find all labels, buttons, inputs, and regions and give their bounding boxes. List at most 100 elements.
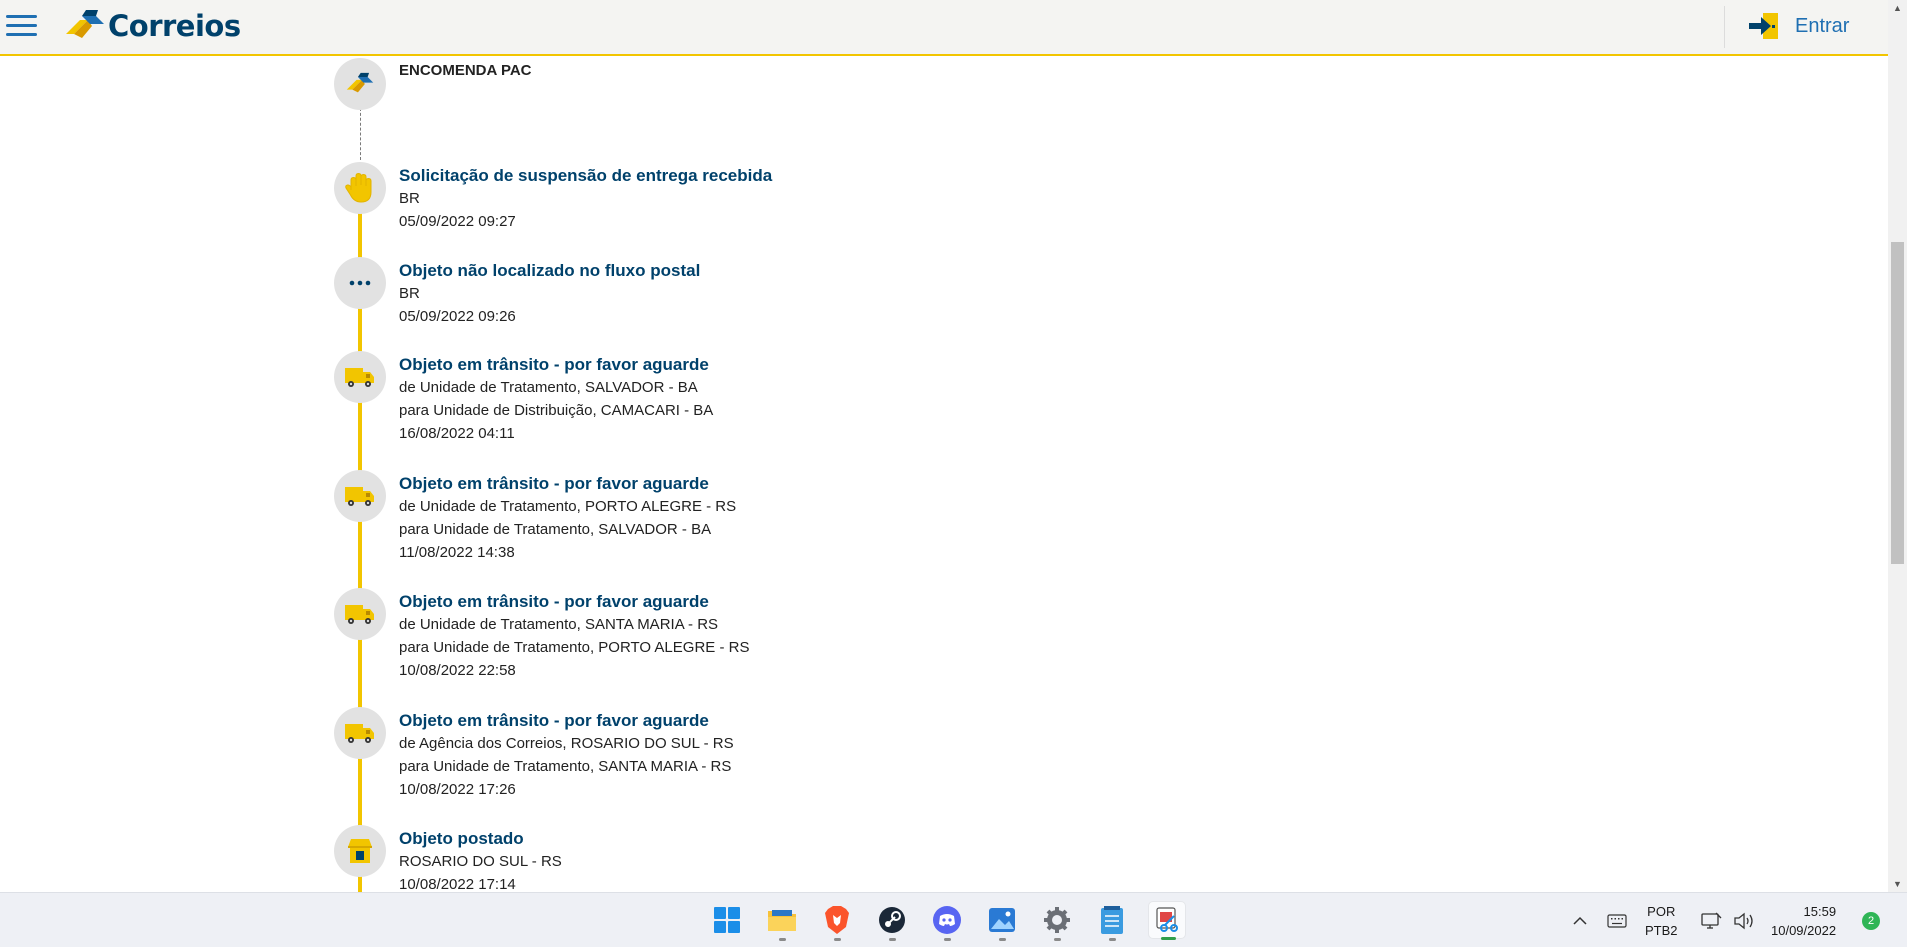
- event-origin: de Unidade de Tratamento, PORTO ALEGRE -…: [399, 498, 737, 515]
- tracking-timeline: ENCOMENDA PAC Solicitação de suspensão d…: [0, 58, 1888, 893]
- steam-icon: [879, 907, 905, 933]
- active-indicator: [1161, 937, 1176, 940]
- event-icon-circle: [334, 825, 386, 877]
- scroll-up-arrow-icon[interactable]: ▲: [1888, 0, 1907, 16]
- truck-icon: [345, 724, 374, 743]
- event-destination: para Unidade de Tratamento, SALVADOR - B…: [399, 521, 712, 538]
- running-indicator: [889, 938, 896, 941]
- brave-icon: [825, 906, 849, 934]
- event-datetime: 10/08/2022 17:26: [399, 781, 516, 798]
- event-destination: para Unidade de Tratamento, SANTA MARIA …: [399, 758, 732, 775]
- event-datetime: 16/08/2022 04:11: [399, 425, 515, 442]
- notepad-icon: [1101, 906, 1123, 934]
- steam-button[interactable]: [873, 901, 911, 941]
- event-datetime: 11/08/2022 14:38: [399, 544, 515, 561]
- event-icon-circle: [334, 257, 386, 309]
- clock: 15:59 10/09/2022: [1771, 902, 1836, 940]
- keyboard-button[interactable]: [1607, 893, 1627, 948]
- event-title: Objeto em trânsito - por favor aguarde: [399, 592, 709, 611]
- event-origin: de Agência dos Correios, ROSARIO DO SUL …: [399, 735, 734, 752]
- network-icon: [1701, 912, 1722, 929]
- file-explorer-button[interactable]: [763, 901, 801, 941]
- clock-button[interactable]: 15:59 10/09/2022: [1771, 893, 1836, 948]
- event-destination: para Unidade de Distribuição, CAMACARI -…: [399, 402, 714, 419]
- event-icon-circle: [334, 707, 386, 759]
- ellipsis-icon: [349, 280, 371, 286]
- clock-time: 15:59: [1803, 903, 1837, 919]
- running-indicator: [834, 938, 841, 941]
- photos-button[interactable]: [983, 901, 1021, 941]
- product-icon-circle: [334, 58, 386, 110]
- chevron-up-icon: [1573, 916, 1587, 925]
- truck-icon: [345, 605, 374, 624]
- login-label: Entrar: [1795, 14, 1850, 37]
- running-indicator: [944, 938, 951, 941]
- speaker-icon: [1734, 912, 1753, 929]
- event-datetime: 05/09/2022 09:27: [399, 213, 516, 230]
- notepad-button[interactable]: [1093, 901, 1131, 941]
- start-icon: [714, 907, 740, 933]
- event-origin: de Unidade de Tratamento, SALVADOR - BA: [399, 379, 698, 396]
- snipping-tool-icon: [1156, 907, 1178, 932]
- correios-logo[interactable]: Correios: [62, 8, 241, 44]
- clock-date: 10/09/2022: [1771, 922, 1837, 938]
- timeline-line: [358, 208, 362, 892]
- snipping-tool-button[interactable]: [1148, 901, 1186, 940]
- windows-taskbar: POR PTB2 15:59 10/09/2022 2: [0, 892, 1907, 947]
- correios-mark-icon: [346, 72, 374, 93]
- event-icon-circle: [334, 588, 386, 640]
- site-header: Correios Entrar: [0, 0, 1888, 56]
- login-button[interactable]: Entrar: [1749, 10, 1849, 42]
- keyboard-layout: PTB2: [1645, 922, 1678, 938]
- photos-icon: [989, 908, 1015, 932]
- discord-button[interactable]: [928, 901, 966, 941]
- event-destination: para Unidade de Tratamento, PORTO ALEGRE…: [399, 639, 750, 656]
- scroll-down-arrow-icon[interactable]: ▼: [1888, 876, 1907, 892]
- product-name: ENCOMENDA PAC: [399, 62, 532, 79]
- file-explorer-icon: [768, 910, 796, 931]
- running-indicator: [999, 938, 1006, 941]
- discord-icon: [933, 906, 961, 934]
- event-origin: de Unidade de Tratamento, SANTA MARIA - …: [399, 616, 719, 633]
- timeline-dotted-connector: [360, 108, 361, 160]
- truck-icon: [345, 487, 374, 506]
- post-office-icon: [348, 839, 372, 863]
- language-code: POR: [1647, 903, 1676, 919]
- event-title: Objeto não localizado no fluxo postal: [399, 261, 701, 280]
- brave-button[interactable]: [818, 901, 856, 941]
- event-location: ROSARIO DO SUL - RS: [399, 853, 562, 870]
- login-icon: [1749, 13, 1778, 39]
- event-location: BR: [399, 190, 420, 207]
- event-icon-circle: [334, 162, 386, 214]
- event-title: Objeto em trânsito - por favor aguarde: [399, 474, 709, 493]
- hand-stop-icon: [345, 172, 372, 203]
- event-title: Solicitação de suspensão de entrega rece…: [399, 166, 773, 185]
- keyboard-icon: [1607, 913, 1627, 928]
- language-indicator: POR PTB2: [1645, 902, 1678, 940]
- header-divider: [1724, 6, 1725, 48]
- brand-name: Correios: [108, 9, 241, 43]
- start-button[interactable]: [708, 901, 746, 939]
- language-switcher[interactable]: POR PTB2: [1645, 893, 1678, 948]
- menu-icon[interactable]: [6, 14, 38, 38]
- correios-logo-mark: [66, 10, 104, 38]
- running-indicator: [779, 938, 786, 941]
- event-location: BR: [399, 285, 420, 302]
- page-scrollbar[interactable]: ▲ ▼: [1888, 0, 1907, 892]
- settings-button[interactable]: [1038, 901, 1076, 941]
- scroll-thumb[interactable]: [1891, 242, 1904, 564]
- event-icon-circle: [334, 351, 386, 403]
- notification-badge[interactable]: 2: [1862, 912, 1880, 930]
- network-button[interactable]: [1700, 893, 1722, 948]
- running-indicator: [1109, 938, 1116, 941]
- event-icon-circle: [334, 470, 386, 522]
- show-hidden-icons-button[interactable]: [1572, 893, 1588, 948]
- event-datetime: 05/09/2022 09:26: [399, 308, 516, 325]
- event-datetime: 10/08/2022 22:58: [399, 662, 516, 679]
- event-title: Objeto postado: [399, 829, 524, 848]
- running-indicator: [1054, 938, 1061, 941]
- truck-icon: [345, 368, 374, 387]
- volume-button[interactable]: [1733, 893, 1755, 948]
- event-title: Objeto em trânsito - por favor aguarde: [399, 711, 709, 730]
- event-title: Objeto em trânsito - por favor aguarde: [399, 355, 709, 374]
